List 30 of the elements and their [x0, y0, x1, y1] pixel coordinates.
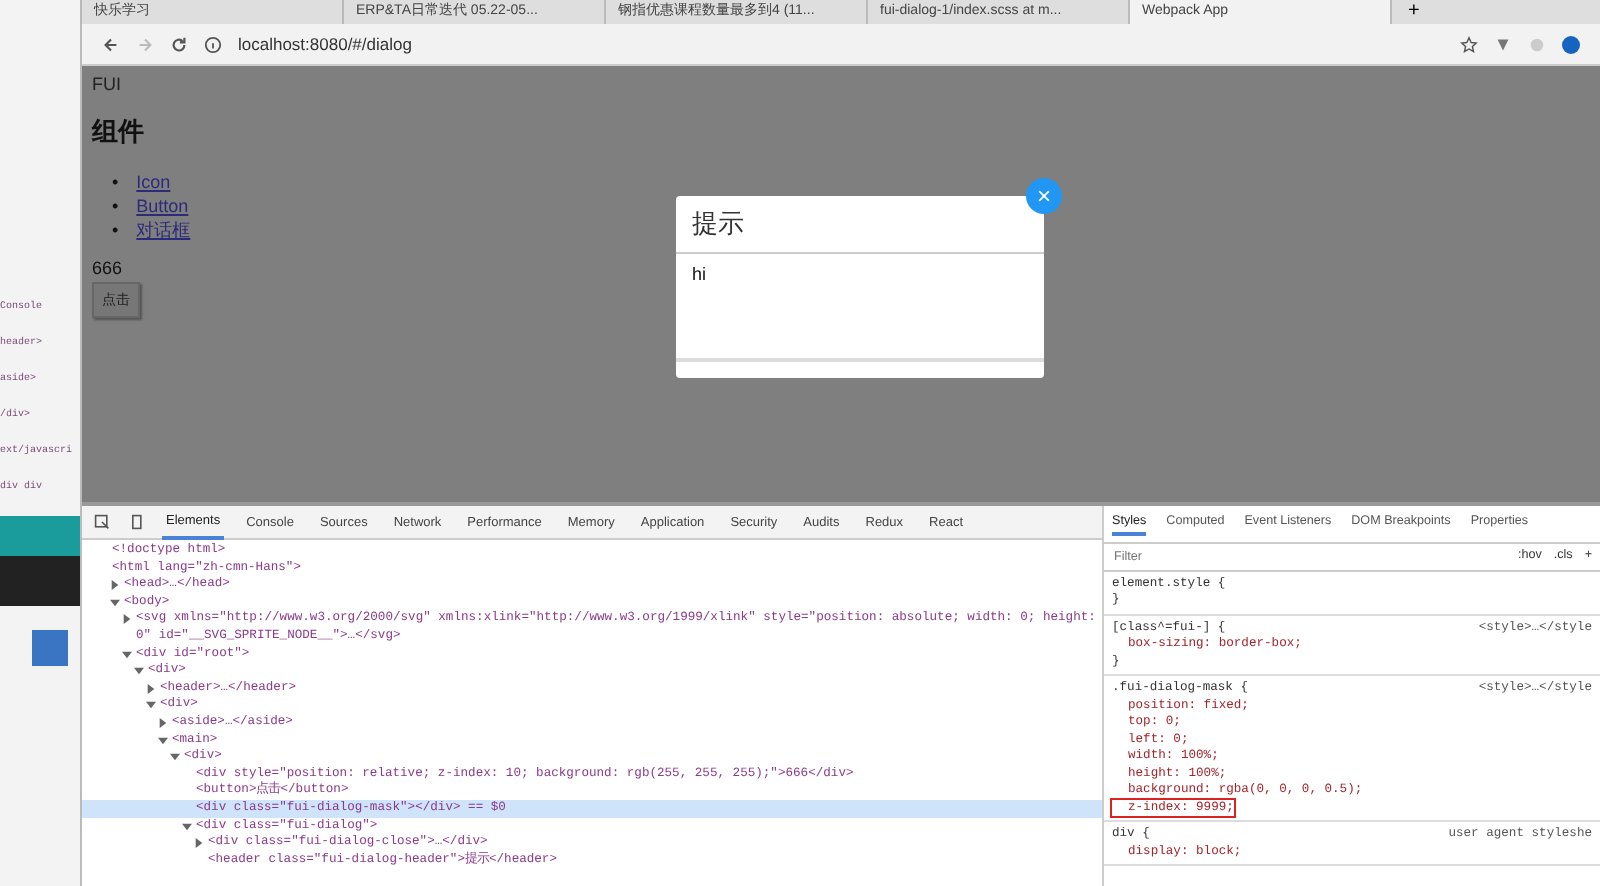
avatar-icon[interactable]	[1562, 35, 1580, 53]
triangle-icon[interactable]	[194, 838, 204, 849]
back-icon[interactable]	[102, 35, 120, 53]
bullet: •	[112, 194, 119, 218]
background-panel	[0, 516, 80, 556]
address-field[interactable]: localhost:8080/#/dialog	[238, 34, 412, 54]
brand-text: FUI	[92, 74, 121, 94]
info-icon	[204, 35, 222, 53]
triangle-icon[interactable]	[170, 752, 180, 763]
content-text: 666	[92, 258, 123, 278]
triangle-icon[interactable]	[158, 735, 168, 746]
triangle-icon[interactable]	[110, 580, 120, 591]
bullet: •	[112, 170, 119, 194]
triangle-icon[interactable]	[134, 666, 144, 677]
triangle-icon[interactable]	[110, 597, 120, 608]
dialog-body: hi	[690, 262, 709, 288]
triangle-icon[interactable]	[146, 683, 156, 694]
reload-icon[interactable]	[170, 35, 188, 53]
device-icon[interactable]	[128, 514, 144, 530]
background-panel	[0, 556, 80, 606]
page-heading: 组件	[92, 114, 144, 150]
inspect-icon[interactable]	[94, 514, 110, 530]
triangle-icon[interactable]	[122, 649, 132, 660]
triangle-icon[interactable]	[158, 717, 168, 728]
triangle-icon[interactable]	[182, 821, 192, 831]
new-tab-button[interactable]: +	[1392, 0, 1436, 24]
triangle-icon[interactable]	[146, 700, 156, 711]
star-icon[interactable]	[1460, 35, 1478, 53]
triangle-icon[interactable]	[122, 614, 132, 625]
bullet: •	[112, 218, 119, 242]
